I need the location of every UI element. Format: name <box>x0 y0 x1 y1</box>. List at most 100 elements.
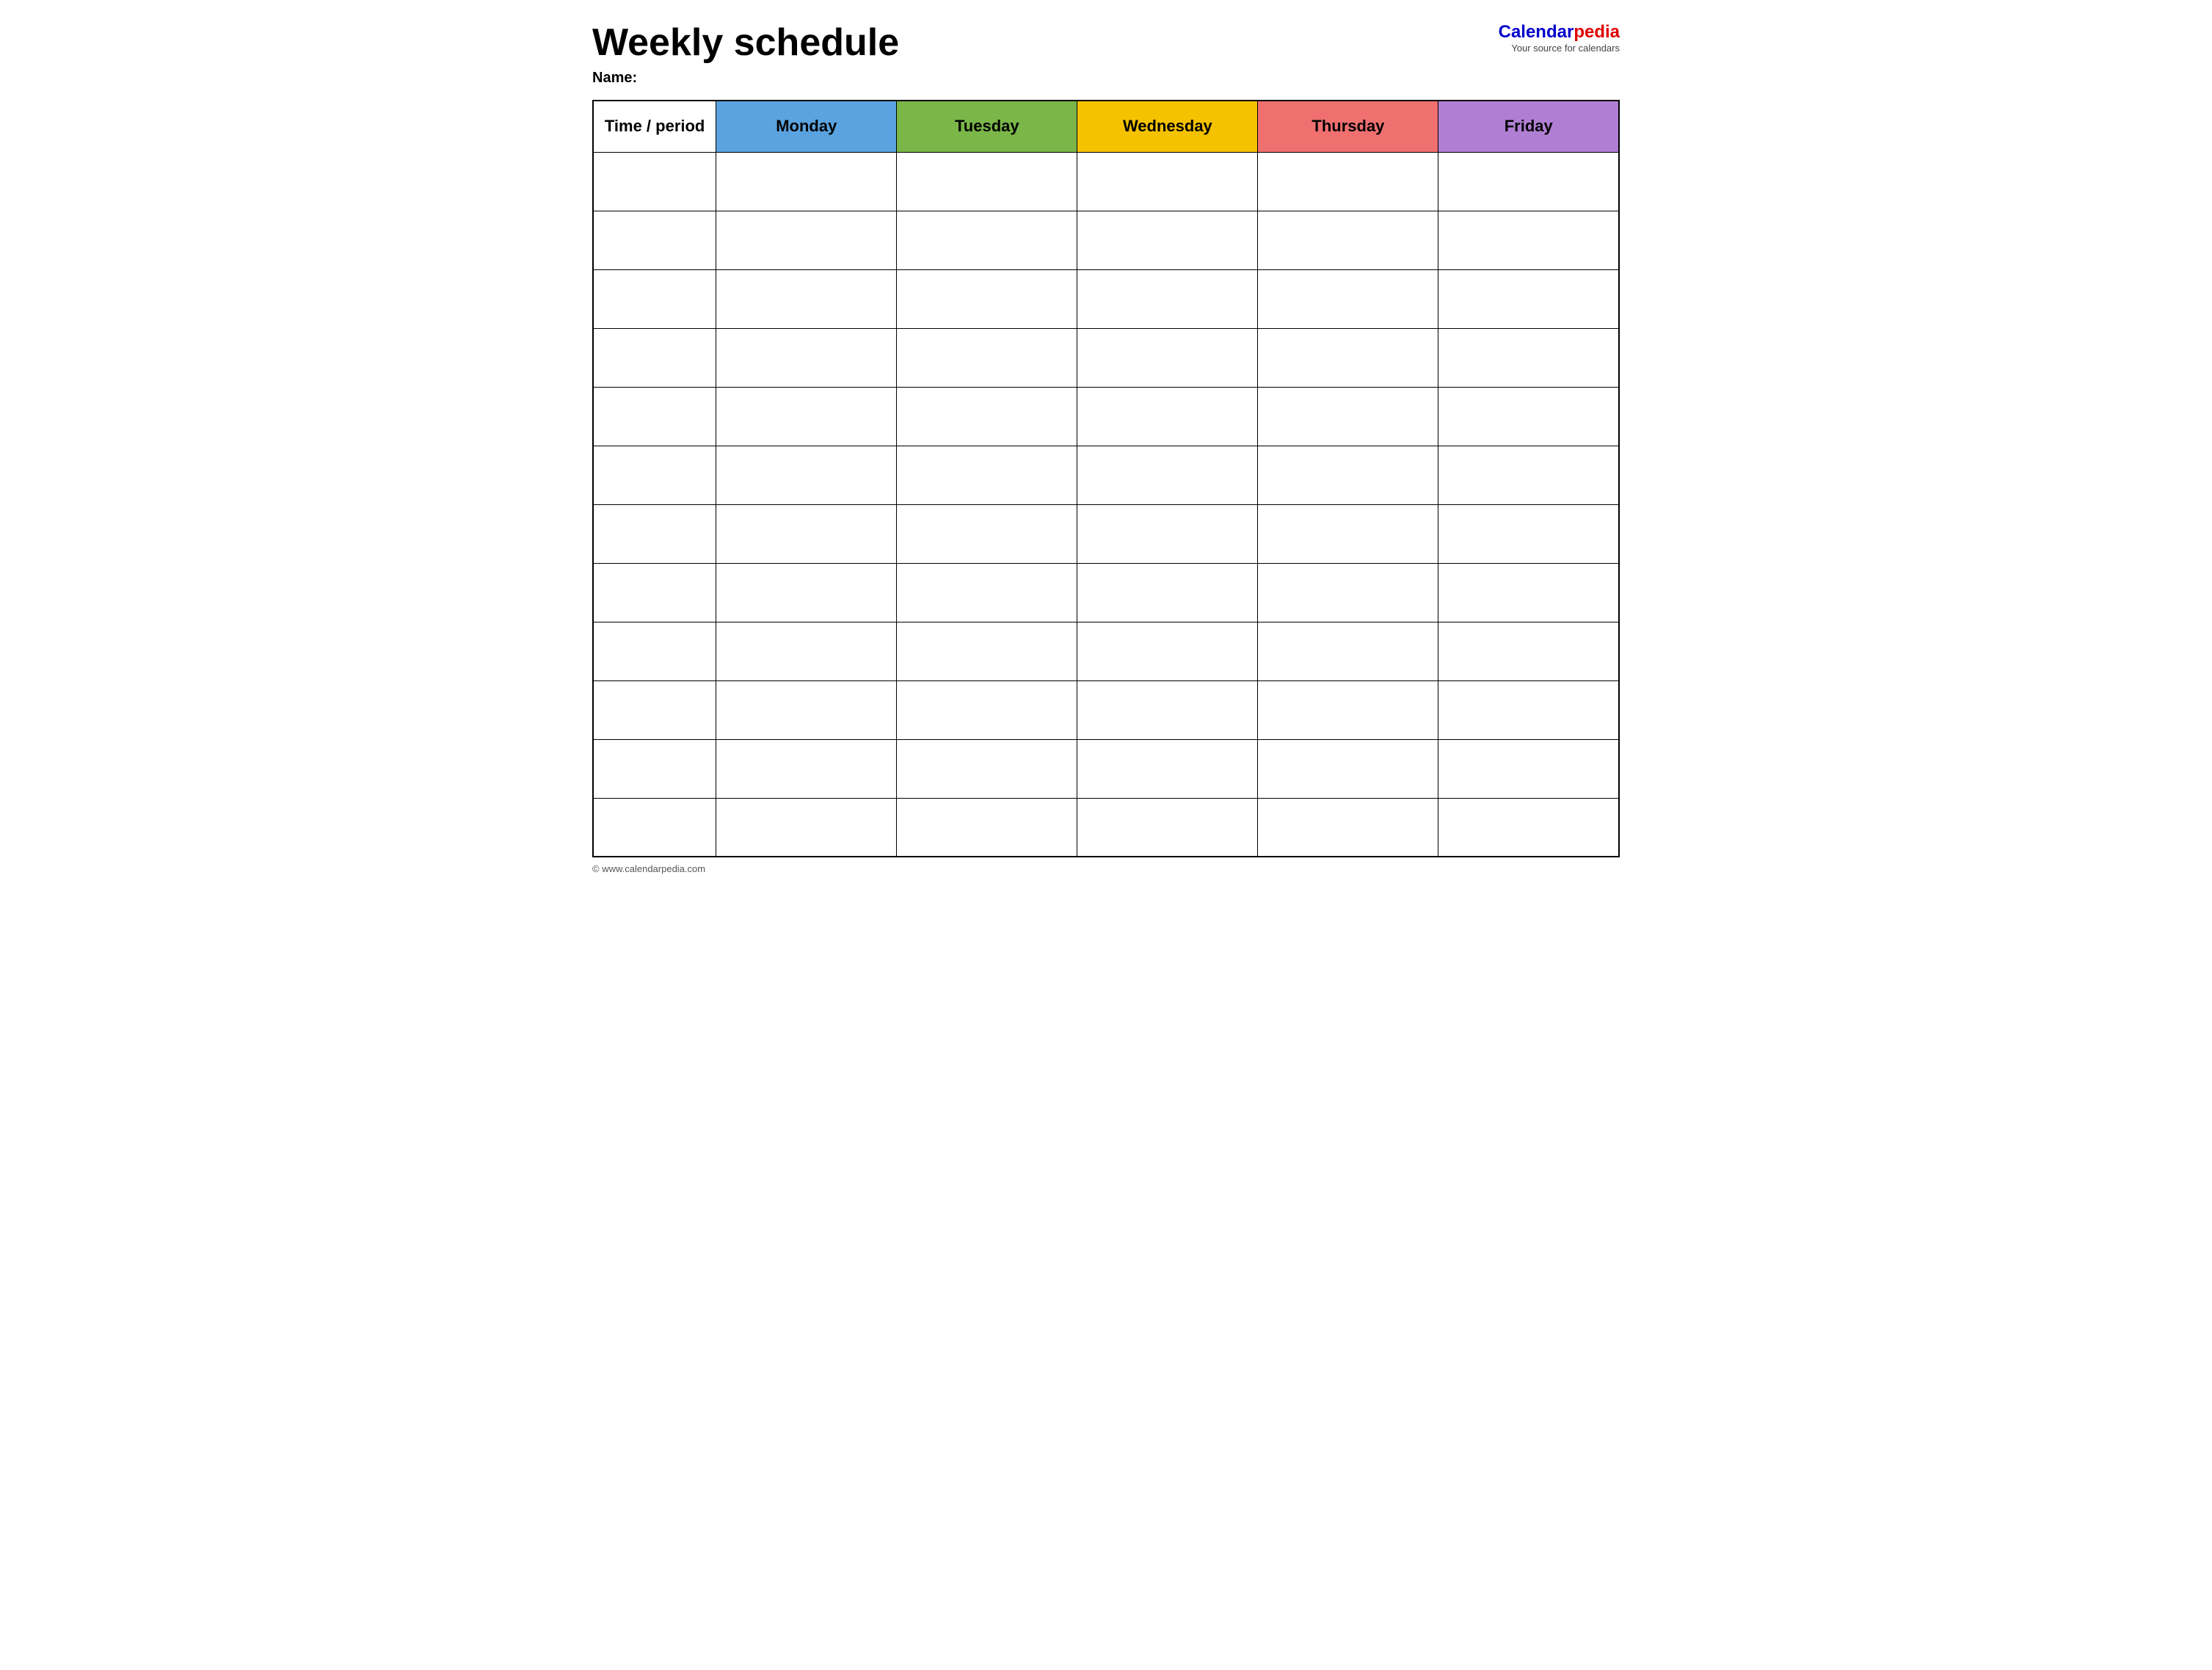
table-cell[interactable] <box>593 152 716 211</box>
table-cell[interactable] <box>716 211 897 269</box>
table-cell[interactable] <box>1258 152 1438 211</box>
table-cell[interactable] <box>716 328 897 387</box>
table-cell[interactable] <box>897 446 1077 504</box>
table-cell[interactable] <box>1077 387 1258 446</box>
table-cell[interactable] <box>716 152 897 211</box>
table-cell[interactable] <box>593 622 716 680</box>
table-cell[interactable] <box>1438 680 1619 739</box>
table-cell[interactable] <box>716 739 897 798</box>
table-cell[interactable] <box>1077 328 1258 387</box>
table-cell[interactable] <box>1438 798 1619 857</box>
table-row <box>593 211 1619 269</box>
table-cell[interactable] <box>1438 387 1619 446</box>
table-cell[interactable] <box>897 563 1077 622</box>
table-cell[interactable] <box>897 798 1077 857</box>
table-cell[interactable] <box>593 563 716 622</box>
table-cell[interactable] <box>1077 680 1258 739</box>
table-cell[interactable] <box>1077 563 1258 622</box>
table-cell[interactable] <box>716 680 897 739</box>
schedule-table: Time / period Monday Tuesday Wednesday T… <box>592 100 1620 857</box>
table-cell[interactable] <box>593 387 716 446</box>
table-cell[interactable] <box>593 739 716 798</box>
table-cell[interactable] <box>1438 563 1619 622</box>
table-cell[interactable] <box>897 504 1077 563</box>
table-row <box>593 798 1619 857</box>
table-cell[interactable] <box>593 211 716 269</box>
col-header-friday: Friday <box>1438 101 1619 152</box>
name-label: Name: <box>592 70 637 86</box>
table-cell[interactable] <box>1258 739 1438 798</box>
table-row <box>593 446 1619 504</box>
table-cell[interactable] <box>1258 446 1438 504</box>
table-cell[interactable] <box>716 504 897 563</box>
logo-tagline: Your source for calendars <box>1511 43 1620 54</box>
table-cell[interactable] <box>897 387 1077 446</box>
table-cell[interactable] <box>897 622 1077 680</box>
logo-calendar: Calendar <box>1499 22 1574 42</box>
table-cell[interactable] <box>1077 504 1258 563</box>
col-header-wednesday: Wednesday <box>1077 101 1258 152</box>
table-cell[interactable] <box>716 622 897 680</box>
table-cell[interactable] <box>897 328 1077 387</box>
header-row: Weekly schedule Calendarpedia Your sourc… <box>592 22 1620 64</box>
table-cell[interactable] <box>897 739 1077 798</box>
table-cell[interactable] <box>1438 622 1619 680</box>
table-cell[interactable] <box>1438 269 1619 328</box>
table-cell[interactable] <box>1258 622 1438 680</box>
table-cell[interactable] <box>1438 328 1619 387</box>
col-header-tuesday: Tuesday <box>897 101 1077 152</box>
table-cell[interactable] <box>897 152 1077 211</box>
table-cell[interactable] <box>1258 211 1438 269</box>
table-cell[interactable] <box>1077 622 1258 680</box>
table-cell[interactable] <box>1258 269 1438 328</box>
table-cell[interactable] <box>1438 504 1619 563</box>
table-row <box>593 152 1619 211</box>
table-cell[interactable] <box>1258 680 1438 739</box>
table-cell[interactable] <box>1077 798 1258 857</box>
table-cell[interactable] <box>1077 269 1258 328</box>
table-cell[interactable] <box>716 387 897 446</box>
table-cell[interactable] <box>716 446 897 504</box>
table-row <box>593 504 1619 563</box>
table-cell[interactable] <box>1438 739 1619 798</box>
table-cell[interactable] <box>1077 152 1258 211</box>
page-title: Weekly schedule <box>592 22 899 64</box>
table-cell[interactable] <box>1258 328 1438 387</box>
table-cell[interactable] <box>1077 211 1258 269</box>
logo-pedia: pedia <box>1573 22 1620 42</box>
table-row <box>593 622 1619 680</box>
table-row <box>593 739 1619 798</box>
title-section: Weekly schedule <box>592 22 899 64</box>
table-cell[interactable] <box>1438 446 1619 504</box>
table-row <box>593 680 1619 739</box>
table-cell[interactable] <box>716 563 897 622</box>
col-header-monday: Monday <box>716 101 897 152</box>
table-cell[interactable] <box>897 680 1077 739</box>
table-cell[interactable] <box>716 269 897 328</box>
table-cell[interactable] <box>1077 446 1258 504</box>
table-cell[interactable] <box>1258 563 1438 622</box>
table-cell[interactable] <box>1438 211 1619 269</box>
table-cell[interactable] <box>1258 504 1438 563</box>
table-cell[interactable] <box>1438 152 1619 211</box>
table-cell[interactable] <box>716 798 897 857</box>
table-cell[interactable] <box>897 269 1077 328</box>
table-cell[interactable] <box>897 211 1077 269</box>
table-row <box>593 563 1619 622</box>
table-row <box>593 269 1619 328</box>
table-cell[interactable] <box>593 798 716 857</box>
table-cell[interactable] <box>593 446 716 504</box>
name-row: Name: <box>592 70 1620 87</box>
table-cell[interactable] <box>593 680 716 739</box>
table-cell[interactable] <box>593 328 716 387</box>
table-cell[interactable] <box>593 269 716 328</box>
table-row <box>593 387 1619 446</box>
table-row <box>593 328 1619 387</box>
table-cell[interactable] <box>593 504 716 563</box>
col-header-thursday: Thursday <box>1258 101 1438 152</box>
table-cell[interactable] <box>1258 387 1438 446</box>
table-cell[interactable] <box>1077 739 1258 798</box>
page-container: Weekly schedule Calendarpedia Your sourc… <box>592 22 1620 874</box>
logo-text: Calendarpedia <box>1499 22 1620 43</box>
table-cell[interactable] <box>1258 798 1438 857</box>
